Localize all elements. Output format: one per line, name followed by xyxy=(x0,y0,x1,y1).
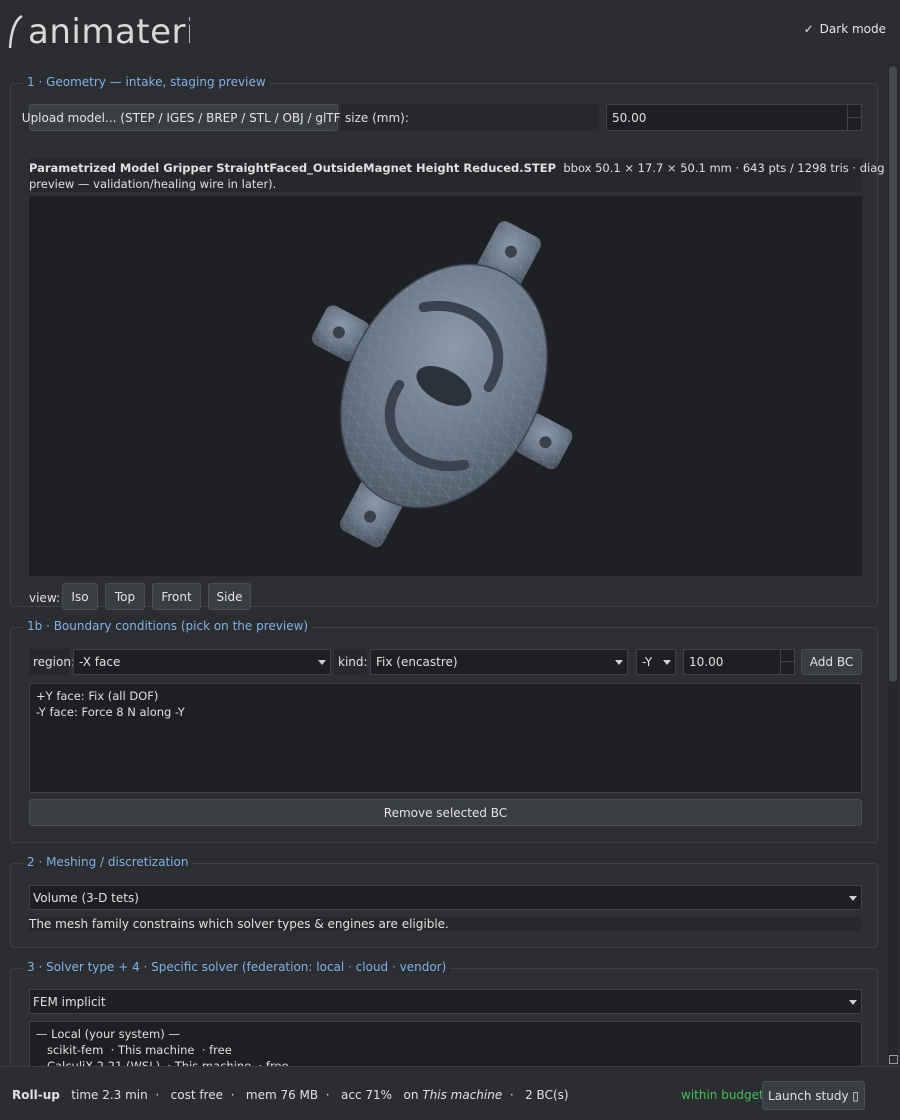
list-item[interactable]: +Y face: Fix (all DOF) xyxy=(36,688,855,704)
rollup-time: time 2.3 min xyxy=(71,1088,148,1102)
mesh-note: The mesh family constrains which solver … xyxy=(29,917,862,931)
remove-bc-button[interactable]: Remove selected BC xyxy=(29,799,862,826)
list-item[interactable]: scikit-fem · This machine · free xyxy=(36,1042,855,1058)
chevron-down-icon[interactable] xyxy=(663,660,671,665)
rollup-on-label: on xyxy=(403,1088,419,1102)
chevron-down-icon[interactable] xyxy=(615,660,623,665)
rollup-mem: mem 76 MB xyxy=(245,1088,319,1102)
magnitude-spinner[interactable] xyxy=(780,650,794,674)
mesh-family-value: Volume (3-D tets) xyxy=(33,890,139,905)
rollup-bc-count: 2 BC(s) xyxy=(525,1088,569,1102)
region-select[interactable]: -X face xyxy=(73,649,331,675)
rollup-cost: cost free xyxy=(170,1088,223,1102)
logo-text: animateria xyxy=(28,12,190,52)
solver-section-title: 3 · Solver type + 4 · Specific solver (f… xyxy=(23,960,451,974)
region-value: -X face xyxy=(79,655,121,669)
scrollbar-thumb[interactable] xyxy=(889,66,897,682)
rollup-summary: Roll-up time 2.3 min · cost free · mem 7… xyxy=(12,1088,569,1102)
spin-down-icon[interactable] xyxy=(781,662,794,674)
chevron-down-icon[interactable] xyxy=(318,660,326,665)
solver-section: 3 · Solver type + 4 · Specific solver (f… xyxy=(10,960,878,1066)
upload-model-button[interactable]: Upload model... (STEP / IGES / BREP / ST… xyxy=(22,104,345,131)
axis-select[interactable]: -Y xyxy=(636,649,676,675)
size-input[interactable]: 50.00 xyxy=(606,104,862,131)
checkmark-icon[interactable]: ✓ xyxy=(804,22,814,36)
list-item[interactable]: CalculiX 2.21 (WSL) · This machine · fre… xyxy=(36,1058,855,1066)
model-info: Parametrized Model Gripper StraightFaced… xyxy=(29,158,886,192)
size-value: 50.00 xyxy=(612,110,647,125)
mesh-family-select[interactable]: Volume (3-D tets) xyxy=(29,885,862,910)
add-bc-button[interactable]: Add BC xyxy=(801,649,862,675)
model-info-line-2: preview — validation/healing wire in lat… xyxy=(29,177,277,191)
view-top-button[interactable]: Top xyxy=(105,583,145,610)
list-item[interactable]: -Y face: Force 8 N along -Y xyxy=(36,704,855,720)
resize-grip-icon[interactable] xyxy=(889,1055,898,1064)
view-front-button[interactable]: Front xyxy=(152,583,201,610)
magnitude-value: 10.00 xyxy=(689,655,724,669)
kind-value: Fix (encastre) xyxy=(376,655,458,669)
3d-preview-viewport[interactable] xyxy=(29,196,862,576)
dark-mode-label: Dark mode xyxy=(819,22,886,36)
bc-section-title: 1b · Boundary conditions (pick on the pr… xyxy=(23,619,313,633)
axis-value: -Y xyxy=(642,655,653,669)
solver-type-select[interactable]: FEM implicit xyxy=(29,989,862,1014)
chevron-down-icon[interactable] xyxy=(849,999,857,1005)
rollup-machine: This machine xyxy=(422,1088,503,1102)
kind-label: kind: xyxy=(334,649,368,675)
spin-down-icon[interactable] xyxy=(848,118,861,131)
region-label: region: xyxy=(29,649,75,675)
rollup-acc: acc 71% xyxy=(341,1088,393,1102)
spin-up-icon[interactable] xyxy=(781,650,794,662)
model-file-name: Parametrized Model Gripper StraightFaced… xyxy=(29,161,557,175)
spin-up-icon[interactable] xyxy=(848,105,861,118)
vertical-scrollbar[interactable] xyxy=(888,64,898,1060)
magnitude-input[interactable]: 10.00 xyxy=(683,649,795,675)
size-spinner[interactable] xyxy=(847,105,861,130)
boundary-conditions-section: 1b · Boundary conditions (pick on the pr… xyxy=(10,619,878,843)
view-side-button[interactable]: Side xyxy=(208,583,251,610)
chevron-down-icon[interactable] xyxy=(849,895,857,901)
logo-swoosh-icon xyxy=(8,14,23,49)
launch-study-button[interactable]: Launch study ▯ xyxy=(762,1081,865,1110)
geometry-section: 1 · Geometry — intake, staging preview U… xyxy=(10,75,886,610)
size-label: size (mm): xyxy=(341,104,599,131)
model-info-line-1: bbox 50.1 × 17.7 × 50.1 mm · 643 pts / 1… xyxy=(563,161,886,175)
meshing-section: 2 · Meshing / discretization Volume (3-D… xyxy=(10,855,878,948)
status-bar: Roll-up time 2.3 min · cost free · mem 7… xyxy=(0,1066,900,1120)
list-header: — Local (your system) — xyxy=(36,1027,180,1041)
gripper-model-preview[interactable] xyxy=(29,196,862,576)
solver-list[interactable]: — Local (your system) — scikit-fem · Thi… xyxy=(29,1021,862,1066)
solver-type-value: FEM implicit xyxy=(33,994,106,1009)
geometry-section-title: 1 · Geometry — intake, staging preview xyxy=(23,75,270,89)
app-logo: animateria xyxy=(8,8,190,52)
view-label: view: xyxy=(29,591,61,605)
rollup-label: Roll-up xyxy=(12,1088,60,1102)
dark-mode-toggle[interactable]: ✓ Dark mode xyxy=(804,22,886,36)
bc-list[interactable]: +Y face: Fix (all DOF) -Y face: Force 8 N… xyxy=(29,683,862,793)
meshing-section-title: 2 · Meshing / discretization xyxy=(23,855,193,869)
view-iso-button[interactable]: Iso xyxy=(62,583,98,610)
scroll-area[interactable]: 1 · Geometry — intake, staging preview U… xyxy=(0,62,886,1066)
budget-status: within budget xyxy=(681,1088,764,1102)
title-bar: animateria ✓ Dark mode xyxy=(0,0,900,62)
kind-select[interactable]: Fix (encastre) xyxy=(370,649,628,675)
